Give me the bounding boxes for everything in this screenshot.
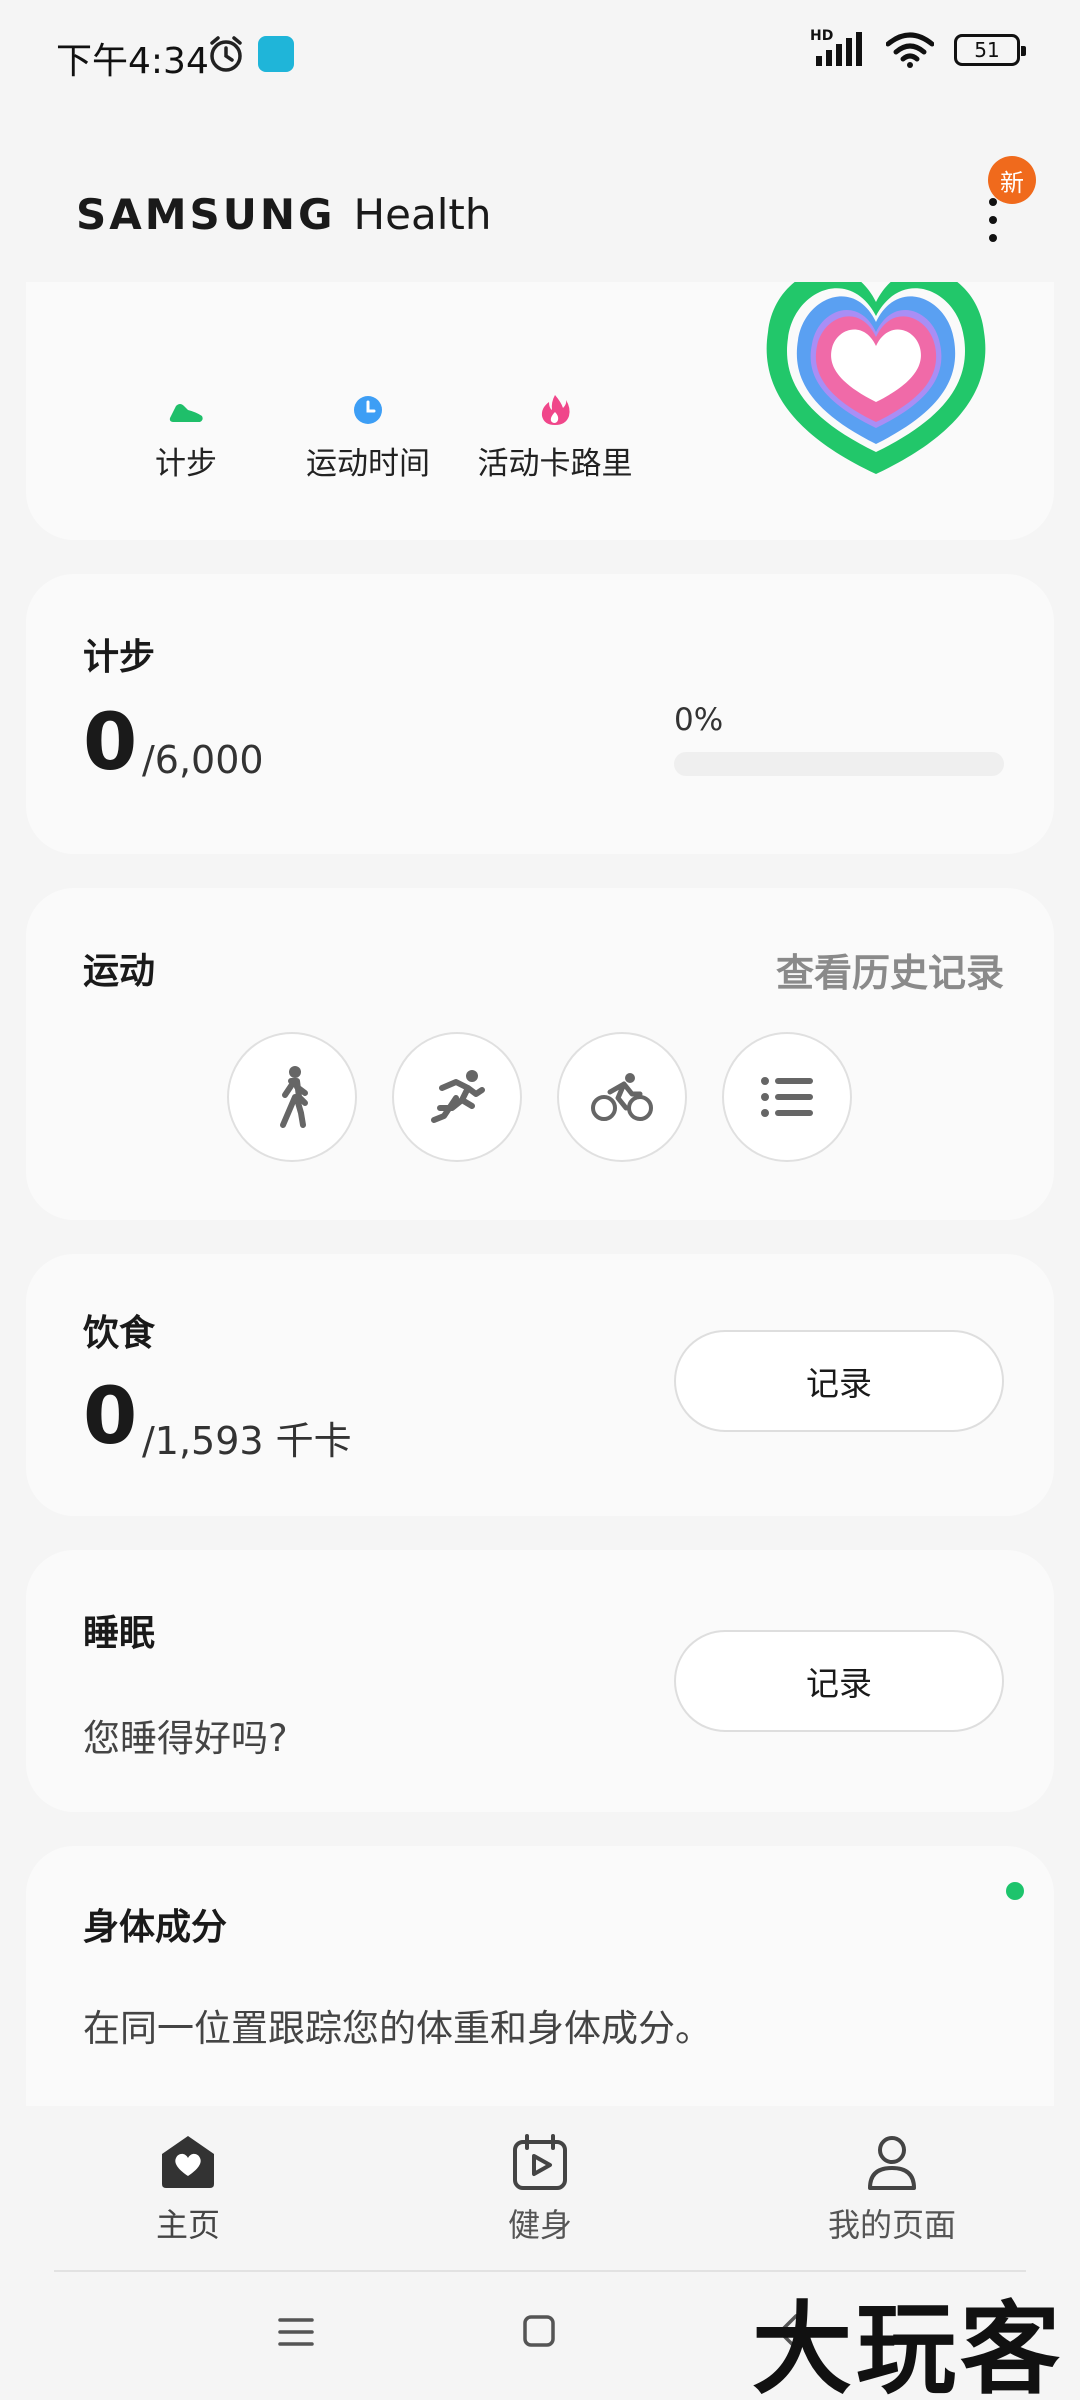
food-calories: 0 <box>83 1372 138 1462</box>
logo-brand: SAMSUNG <box>76 190 336 239</box>
battery-level: 51 <box>974 38 1000 62</box>
sleep-question: 您睡得好吗? <box>83 1717 288 1760</box>
run-button[interactable] <box>392 1032 522 1162</box>
heart-rings-icon <box>766 282 986 474</box>
exercise-title: 运动 <box>83 951 156 992</box>
flame-icon <box>541 395 570 425</box>
dot <box>989 198 997 206</box>
home-system-icon[interactable] <box>522 2314 556 2348</box>
food-title: 饮食 <box>83 1313 156 1354</box>
dot <box>989 216 997 224</box>
shoe-icon <box>169 404 203 422</box>
new-indicator-dot <box>1006 1882 1024 1900</box>
steps-goal: /6,000 <box>142 738 264 782</box>
battery-indicator: 51 <box>954 34 1026 66</box>
watermark: 大玩客 <box>752 2291 1064 2400</box>
metric-steps: 计步 <box>86 392 286 483</box>
sleep-card[interactable]: 睡眠 您睡得好吗? 记录 <box>26 1550 1054 1812</box>
nav-label: 主页 <box>155 2206 220 2244</box>
body-title: 身体成分 <box>83 1907 228 1948</box>
logo-word: Health <box>353 190 492 239</box>
body-composition-card[interactable]: 身体成分 在同一位置跟踪您的体重和身体成分。 <box>26 1846 1054 2106</box>
exercise-card: 运动 查看历史记录 <box>26 888 1054 1220</box>
walk-icon <box>280 1066 308 1128</box>
food-card[interactable]: 饮食 0 /1,593 千卡 记录 <box>26 1254 1054 1516</box>
samsung-health-logo: SAMSUNG Health <box>76 190 491 239</box>
home-heart-icon <box>162 2136 214 2188</box>
nav-my-page[interactable]: 我的页面 <box>792 2132 992 2246</box>
wifi-icon <box>886 32 934 68</box>
app-bar: SAMSUNG Health 新 <box>0 150 1080 300</box>
alarm-icon <box>210 36 242 72</box>
clock-icon <box>354 396 382 424</box>
activity-heart-graphic <box>746 282 1006 482</box>
nav-label: 健身 <box>507 2206 572 2244</box>
bottom-nav: 主页 健身 我的页面 <box>0 2106 1080 2270</box>
status-bar: 下午4:34 HD 51 <box>0 0 1080 110</box>
calendar-play-icon <box>513 2134 567 2190</box>
new-badge: 新 <box>988 156 1036 204</box>
food-record-button[interactable]: 记录 <box>674 1330 1004 1432</box>
nav-label: 我的页面 <box>827 2206 956 2244</box>
recents-icon[interactable] <box>278 2316 314 2348</box>
signal-icon: HD <box>810 28 866 68</box>
metric-active-calories: 活动卡路里 <box>440 392 670 483</box>
sleep-record-button[interactable]: 记录 <box>674 1630 1004 1732</box>
more-exercises-button[interactable] <box>722 1032 852 1162</box>
status-indicators: HD 51 <box>810 28 1026 68</box>
run-icon <box>431 1070 485 1123</box>
dot <box>989 234 997 242</box>
view-history-link[interactable]: 查看历史记录 <box>776 942 1004 997</box>
steps-card[interactable]: 计步 0 /6,000 0% <box>26 574 1054 854</box>
list-icon <box>761 1077 813 1117</box>
metric-label: 活动卡路里 <box>477 446 633 482</box>
steps-title: 计步 <box>83 637 156 678</box>
walk-button[interactable] <box>227 1032 357 1162</box>
steps-count: 0 <box>83 698 138 788</box>
person-icon <box>868 2136 916 2190</box>
sleep-title: 睡眠 <box>83 1613 156 1654</box>
nav-fitness[interactable]: 健身 <box>440 2132 640 2246</box>
steps-progress-bar <box>674 752 1004 776</box>
cycle-button[interactable] <box>557 1032 687 1162</box>
food-goal: /1,593 千卡 <box>142 1419 352 1463</box>
app-notification-icon <box>258 36 294 72</box>
status-time: 下午4:34 <box>56 41 209 82</box>
body-description: 在同一位置跟踪您的体重和身体成分。 <box>83 2007 712 2050</box>
nav-home[interactable]: 主页 <box>88 2132 288 2246</box>
metric-active-time: 运动时间 <box>268 392 468 483</box>
metric-label: 运动时间 <box>306 446 430 482</box>
cycle-icon <box>591 1073 653 1121</box>
activity-summary-card[interactable]: 计步 运动时间 活动卡路里 <box>26 282 1054 540</box>
metric-label: 计步 <box>155 446 217 482</box>
steps-percent: 0% <box>674 702 724 738</box>
